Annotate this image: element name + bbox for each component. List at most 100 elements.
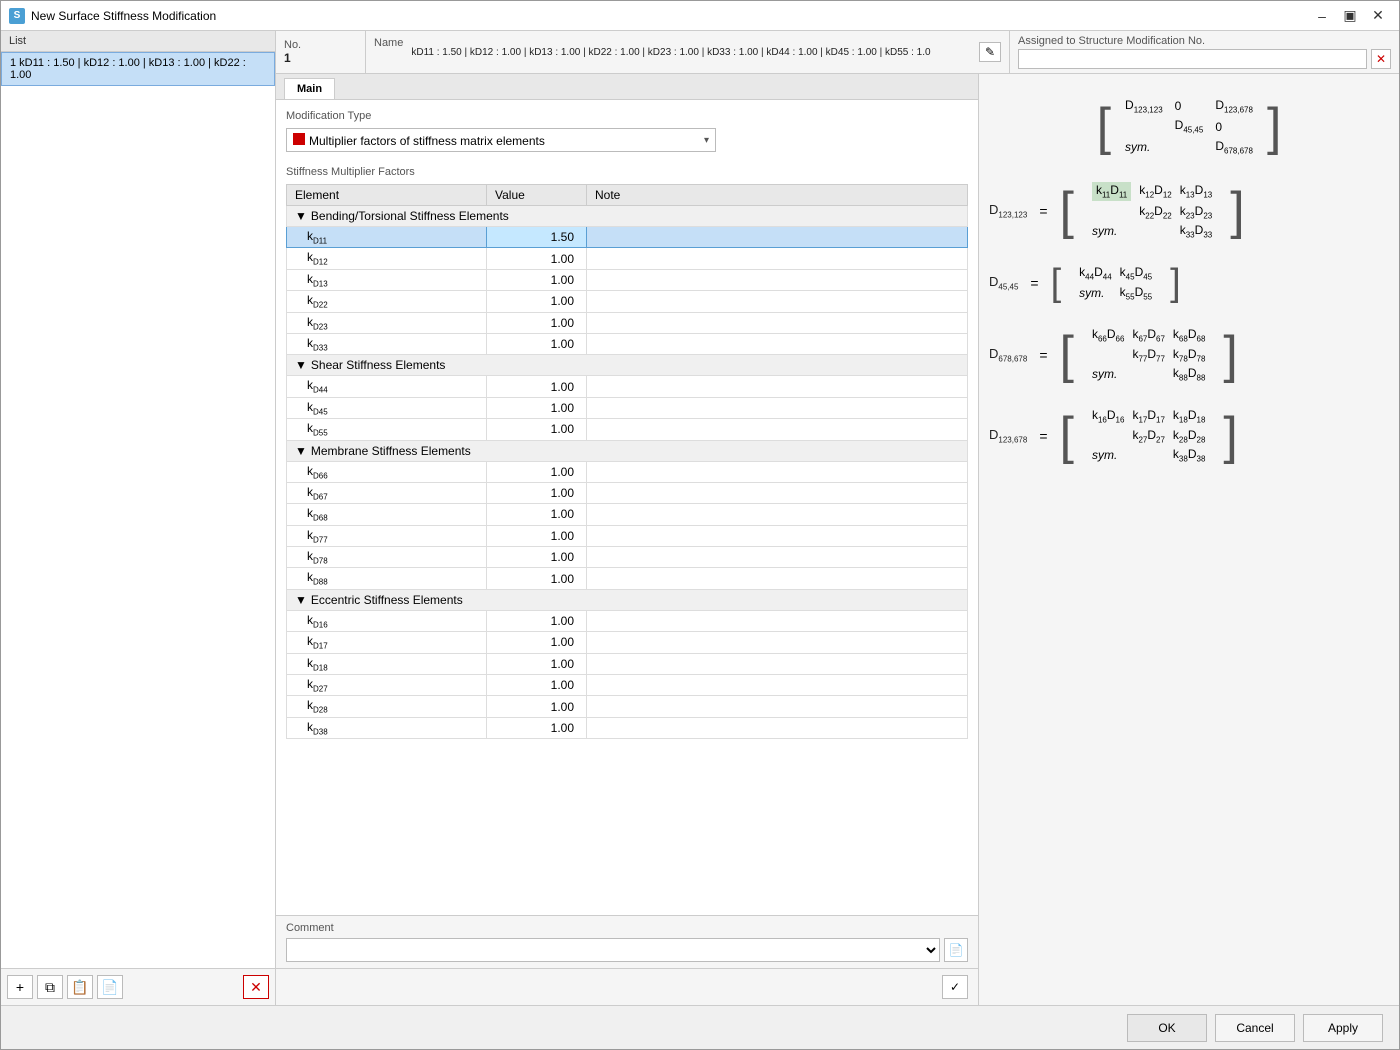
m-empty1	[1125, 118, 1163, 134]
col-element-header: Element	[287, 185, 487, 206]
row-kd77[interactable]: kD77 1.00	[287, 525, 968, 546]
assigned-input[interactable]	[1018, 49, 1367, 69]
row-kd11[interactable]: kD11 1.50	[287, 227, 968, 248]
val-kd18: 1.00	[487, 653, 587, 674]
note-kd66	[587, 461, 968, 482]
row-kd28[interactable]: kD28 1.00	[287, 696, 968, 717]
row-kd12[interactable]: kD12 1.00	[287, 248, 968, 269]
close-button[interactable]: ✕	[1365, 5, 1391, 27]
row-kd27[interactable]: kD27 1.00	[287, 675, 968, 696]
d4545-lhs: D45,45	[989, 274, 1018, 292]
list-item[interactable]: 1 kD11 : 1.50 | kD12 : 1.00 | kD13 : 1.0…	[1, 52, 275, 86]
row-kd68[interactable]: kD68 1.00	[287, 504, 968, 525]
bracket-left-overview: [	[1097, 101, 1111, 153]
group-shear: ▼Shear Stiffness Elements	[287, 355, 968, 376]
elem-kd55: kD55	[287, 419, 487, 440]
maximize-button[interactable]: ▣	[1337, 5, 1363, 27]
d4545-eq: =	[1030, 275, 1038, 291]
overview-matrix-wrapper: [ D123,123 0 D123,678 D45,45	[1097, 94, 1282, 159]
d4545-k55d55: k55D55	[1120, 285, 1152, 301]
row-kd55[interactable]: kD55 1.00	[287, 419, 968, 440]
note-kd78	[587, 547, 968, 568]
center-footer-ok-button[interactable]: ✓	[942, 975, 968, 999]
val-kd44: 1.00	[487, 376, 587, 397]
new-button[interactable]: +	[7, 975, 33, 999]
tab-main[interactable]: Main	[284, 78, 335, 99]
d678-k68d68: k68D68	[1173, 327, 1205, 343]
row-kd78[interactable]: kD78 1.00	[287, 547, 968, 568]
elem-kd77: kD77	[287, 525, 487, 546]
col-note-header: Note	[587, 185, 968, 206]
row-kd88[interactable]: kD88 1.00	[287, 568, 968, 589]
note-kd12	[587, 248, 968, 269]
row-kd13[interactable]: kD13 1.00	[287, 269, 968, 290]
elem-kd45: kD45	[287, 397, 487, 418]
d678-k88d88: k88D88	[1173, 366, 1205, 382]
row-kd44[interactable]: kD44 1.00	[287, 376, 968, 397]
row-kd67[interactable]: kD67 1.00	[287, 482, 968, 503]
assigned-input-row: ✕	[1018, 49, 1391, 69]
list-header: List	[1, 31, 275, 52]
overview-matrix-block: [ D123,123 0 D123,678 D45,45	[989, 94, 1389, 159]
col-value-header: Value	[487, 185, 587, 206]
m-0b: 0	[1215, 118, 1253, 134]
right-panel: No. 1 Name kD11 : 1.50 | kD12 : 1.00 | k…	[276, 31, 1399, 1005]
elem-kd44: kD44	[287, 376, 487, 397]
d123-k23d23: k23D23	[1180, 204, 1212, 220]
note-kd45	[587, 397, 968, 418]
elem-kd68: kD68	[287, 504, 487, 525]
d678-k78d78: k78D78	[1173, 347, 1205, 363]
row-kd38[interactable]: kD38 1.00	[287, 717, 968, 738]
d678-empty2	[1132, 366, 1164, 382]
mod-type-label: Modification Type	[286, 110, 968, 122]
elem-kd23: kD23	[287, 312, 487, 333]
row-kd16[interactable]: kD16 1.00	[287, 610, 968, 631]
d123678-k18d18: k18D18	[1173, 408, 1205, 424]
d123678-k17d17: k17D17	[1132, 408, 1164, 424]
m-empty2	[1175, 139, 1204, 155]
val-kd45: 1.00	[487, 397, 587, 418]
row-kd23[interactable]: kD23 1.00	[287, 312, 968, 333]
note-kd18	[587, 653, 968, 674]
row-kd22[interactable]: kD22 1.00	[287, 291, 968, 312]
delete-button[interactable]: ✕	[243, 975, 269, 999]
note-kd17	[587, 632, 968, 653]
bracket-right-overview: ]	[1267, 101, 1281, 153]
d4545-k45d45: k45D45	[1120, 265, 1152, 281]
assigned-clear-button[interactable]: ✕	[1371, 49, 1391, 69]
cancel-button[interactable]: Cancel	[1215, 1014, 1295, 1042]
elem-kd18: kD18	[287, 653, 487, 674]
ok-button[interactable]: OK	[1127, 1014, 1207, 1042]
mod-type-select[interactable]: Multiplier factors of stiffness matrix e…	[286, 128, 716, 152]
d678-matrix-block: D678,678 = [ k66D66 k67D67 k68D68 k77	[989, 324, 1389, 385]
left-footer: + ⧉ 📋 📄 ✕	[1, 968, 275, 1005]
comment-select[interactable]	[286, 938, 940, 962]
val-kd67: 1.00	[487, 482, 587, 503]
row-kd18[interactable]: kD18 1.00	[287, 653, 968, 674]
val-kd66: 1.00	[487, 461, 587, 482]
stiffness-table: Element Value Note ▼Bending/Torsional St…	[286, 184, 968, 739]
elem-kd66: kD66	[287, 461, 487, 482]
row-kd33[interactable]: kD33 1.00	[287, 333, 968, 354]
d123-k11d11: k11D11	[1092, 182, 1131, 200]
val-kd11[interactable]: 1.50	[487, 227, 587, 248]
duplicate-button[interactable]: ⧉	[37, 975, 63, 999]
d123-empty1	[1092, 204, 1131, 220]
copy-button[interactable]: 📋	[67, 975, 93, 999]
bracket-left-d123: [	[1060, 185, 1074, 237]
apply-button[interactable]: Apply	[1303, 1014, 1383, 1042]
d123-matrix-block: D123,123 = [ k11D11 k12D12 k13D13 k22	[989, 179, 1389, 242]
elem-kd78: kD78	[287, 547, 487, 568]
paste-button[interactable]: 📄	[97, 975, 123, 999]
row-kd66[interactable]: kD66 1.00	[287, 461, 968, 482]
name-edit-button[interactable]: ✎	[979, 42, 1001, 62]
bracket-left-d678: [	[1060, 329, 1074, 381]
minimize-button[interactable]: –	[1309, 5, 1335, 27]
comment-copy-button[interactable]: 📄	[944, 938, 968, 962]
d123678-k28d28: k28D28	[1173, 428, 1205, 444]
row-kd17[interactable]: kD17 1.00	[287, 632, 968, 653]
tab-bar: Main	[276, 74, 978, 100]
row-kd45[interactable]: kD45 1.00	[287, 397, 968, 418]
d123678-lhs: D123,678	[989, 427, 1027, 445]
d123-matrix-table: k11D11 k12D12 k13D13 k22D22 k23D23 sym.	[1084, 179, 1220, 242]
